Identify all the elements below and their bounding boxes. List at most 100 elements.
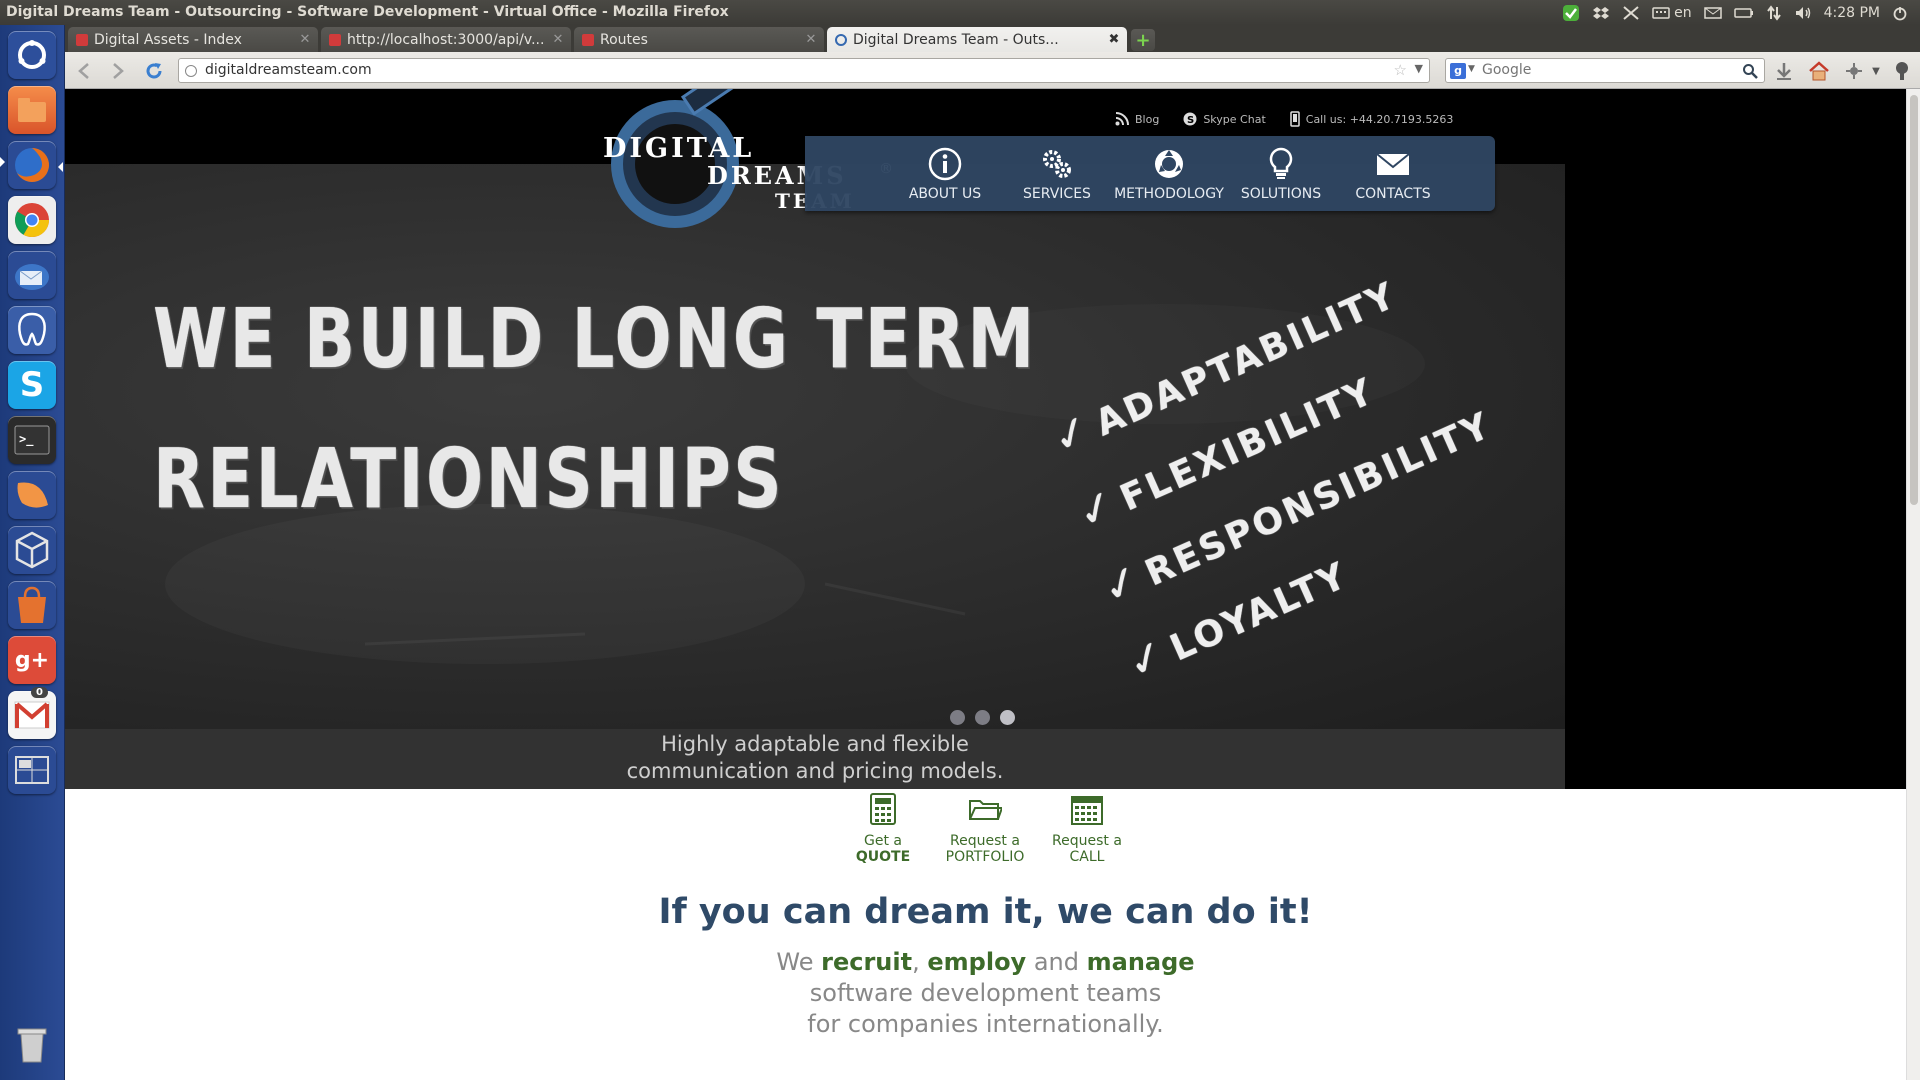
navigation-toolbar: digitaldreamsteam.com ☆ ▼ g ▼ ▼ (65, 52, 1920, 89)
home-icon[interactable] (1808, 60, 1830, 82)
hero-headline-line2: RELATIONSHIPS (153, 432, 785, 527)
volume-icon[interactable] (1794, 5, 1812, 21)
close-tab-icon[interactable]: ✕ (296, 32, 314, 47)
page-scrollbar[interactable] (1906, 89, 1920, 1080)
downloads-icon[interactable] (1773, 60, 1795, 82)
addon-icon[interactable] (1843, 60, 1865, 82)
terminal-icon[interactable]: >_ (8, 416, 56, 464)
slide-dot-1[interactable] (950, 710, 965, 725)
tagline-manage: manage (1086, 948, 1195, 976)
top-panel: Digital Dreams Team - Outsourcing - Soft… (0, 0, 1920, 25)
tab-localhost-api[interactable]: http://localhost:3000/api/v... ✕ (321, 27, 571, 52)
url-bar[interactable]: digitaldreamsteam.com ☆ ▼ (178, 58, 1430, 83)
tagline: We recruit, employ and manage software d… (65, 947, 1906, 1040)
calendar-icon (1071, 796, 1103, 825)
tab-routes[interactable]: Routes ✕ (574, 27, 824, 52)
phone-link[interactable]: Call us: +44.20.7193.5263 (1290, 111, 1453, 127)
nav-label: ABOUT US (908, 186, 982, 202)
update-check-icon[interactable] (1562, 4, 1580, 22)
skype-icon[interactable]: S (8, 361, 56, 409)
close-tab-icon[interactable]: ✕ (802, 32, 820, 47)
extension-icon[interactable] (1891, 60, 1913, 82)
tab-label: Digital Assets - Index (94, 31, 242, 48)
request-portfolio-button[interactable]: Request a PORTFOLIO (930, 793, 1040, 865)
skype-chat-link[interactable]: S Skype Chat (1183, 111, 1266, 127)
ubuntu-dash-icon[interactable] (8, 31, 56, 79)
hero-caption: Highly adaptable and flexible communicat… (65, 729, 1565, 789)
nav-label: METHODOLOGY (1114, 186, 1224, 202)
svg-text:>_: >_ (19, 432, 34, 447)
tab-digital-dreams-team[interactable]: Digital Dreams Team - Outs... ✖ (827, 27, 1127, 52)
virtualbox-icon[interactable] (8, 526, 56, 574)
power-icon[interactable] (1892, 5, 1908, 21)
workspaces-icon[interactable] (8, 746, 56, 794)
tab-label: Digital Dreams Team - Outs... (853, 31, 1059, 48)
nav-contacts[interactable]: CONTACTS (1338, 146, 1448, 202)
tagline-we: We (776, 948, 814, 976)
unity-launcher: S >_ g+ 0 (0, 25, 65, 1080)
cta-bottom-label: CALL (1069, 849, 1105, 865)
tagline-recruit: recruit (821, 948, 913, 976)
request-call-button[interactable]: Request a CALL (1032, 793, 1142, 865)
engine-dropdown-icon[interactable]: ▼ (1468, 64, 1475, 74)
bookmark-star-icon[interactable]: ☆ (1394, 61, 1407, 79)
clock[interactable]: 4:28 PM (1824, 5, 1880, 21)
back-button[interactable] (73, 60, 95, 82)
url-history-dropdown-icon[interactable]: ▼ (1415, 62, 1423, 75)
dropbox-icon[interactable] (1592, 5, 1610, 21)
google-plus-icon[interactable]: g+ (8, 636, 56, 684)
chrome-icon[interactable] (8, 196, 56, 244)
url-text[interactable]: digitaldreamsteam.com (205, 62, 372, 78)
search-bar[interactable]: g ▼ (1445, 58, 1765, 83)
get-quote-button[interactable]: Get a QUOTE (828, 793, 938, 865)
forward-button[interactable] (107, 60, 129, 82)
caption-line1: Highly adaptable and flexible (661, 732, 969, 756)
skype-icon: S (1183, 112, 1197, 126)
thunderbird-icon[interactable] (8, 251, 56, 299)
scrollbar-thumb[interactable] (1910, 95, 1918, 505)
logo-digital: DIGITAL (603, 133, 755, 164)
slide-dot-3[interactable] (1000, 710, 1015, 725)
network-icon[interactable] (1766, 4, 1782, 21)
reload-button[interactable] (143, 60, 165, 82)
blog-link[interactable]: Blog (1115, 111, 1159, 127)
tab-label: Routes (600, 31, 648, 48)
nav-services[interactable]: SERVICES (1002, 146, 1112, 202)
content-section: Get a QUOTE Request a PORTFOLIO Request … (65, 789, 1906, 1080)
trash-icon[interactable] (8, 1020, 56, 1068)
google-engine-icon[interactable]: g (1450, 63, 1466, 79)
gmail-icon[interactable]: 0 (8, 687, 56, 739)
tab-digital-assets[interactable]: Digital Assets - Index ✕ (68, 27, 318, 52)
nav-methodology[interactable]: METHODOLOGY (1114, 146, 1224, 202)
site-identity-icon[interactable] (185, 65, 197, 77)
close-tab-icon[interactable]: ✖ (1105, 32, 1123, 47)
cta-top-label: Request a (950, 833, 1020, 849)
search-magnifier-icon[interactable] (1742, 63, 1758, 83)
top-utility-links: Blog S Skype Chat Call us: +44.20.7193.5… (1115, 111, 1453, 127)
search-input[interactable] (1482, 62, 1722, 78)
files-icon[interactable] (8, 86, 56, 134)
battery-icon[interactable] (1733, 7, 1754, 19)
software-center-icon[interactable] (8, 581, 56, 629)
mail-icon[interactable] (1703, 6, 1722, 19)
rss-icon (1115, 112, 1129, 126)
new-tab-button[interactable]: + (1131, 29, 1155, 51)
gears-icon (1043, 150, 1071, 178)
keyboard-icon[interactable]: en (1652, 5, 1692, 21)
nav-label: CONTACTS (1355, 186, 1431, 202)
cta-top-label: Request a (1052, 833, 1122, 849)
orange-app-icon[interactable] (8, 471, 56, 519)
nav-about-us[interactable]: ABOUT US (890, 146, 1000, 202)
folder-icon (969, 800, 1002, 820)
nav-solutions[interactable]: SOLUTIONS (1226, 146, 1336, 202)
toolbar-overflow-icon[interactable]: ▼ (1865, 60, 1887, 82)
loading-favicon-icon (835, 33, 847, 46)
blog-label: Blog (1135, 112, 1160, 126)
slide-dot-2[interactable] (975, 710, 990, 725)
pgadmin-icon[interactable] (8, 306, 56, 354)
firefox-icon[interactable] (8, 141, 56, 189)
messaging-icon[interactable] (1622, 5, 1640, 21)
close-tab-icon[interactable]: ✕ (549, 32, 567, 47)
tab-bar: Digital Assets - Index ✕ http://localhos… (65, 25, 1920, 52)
calculator-icon (870, 793, 896, 825)
